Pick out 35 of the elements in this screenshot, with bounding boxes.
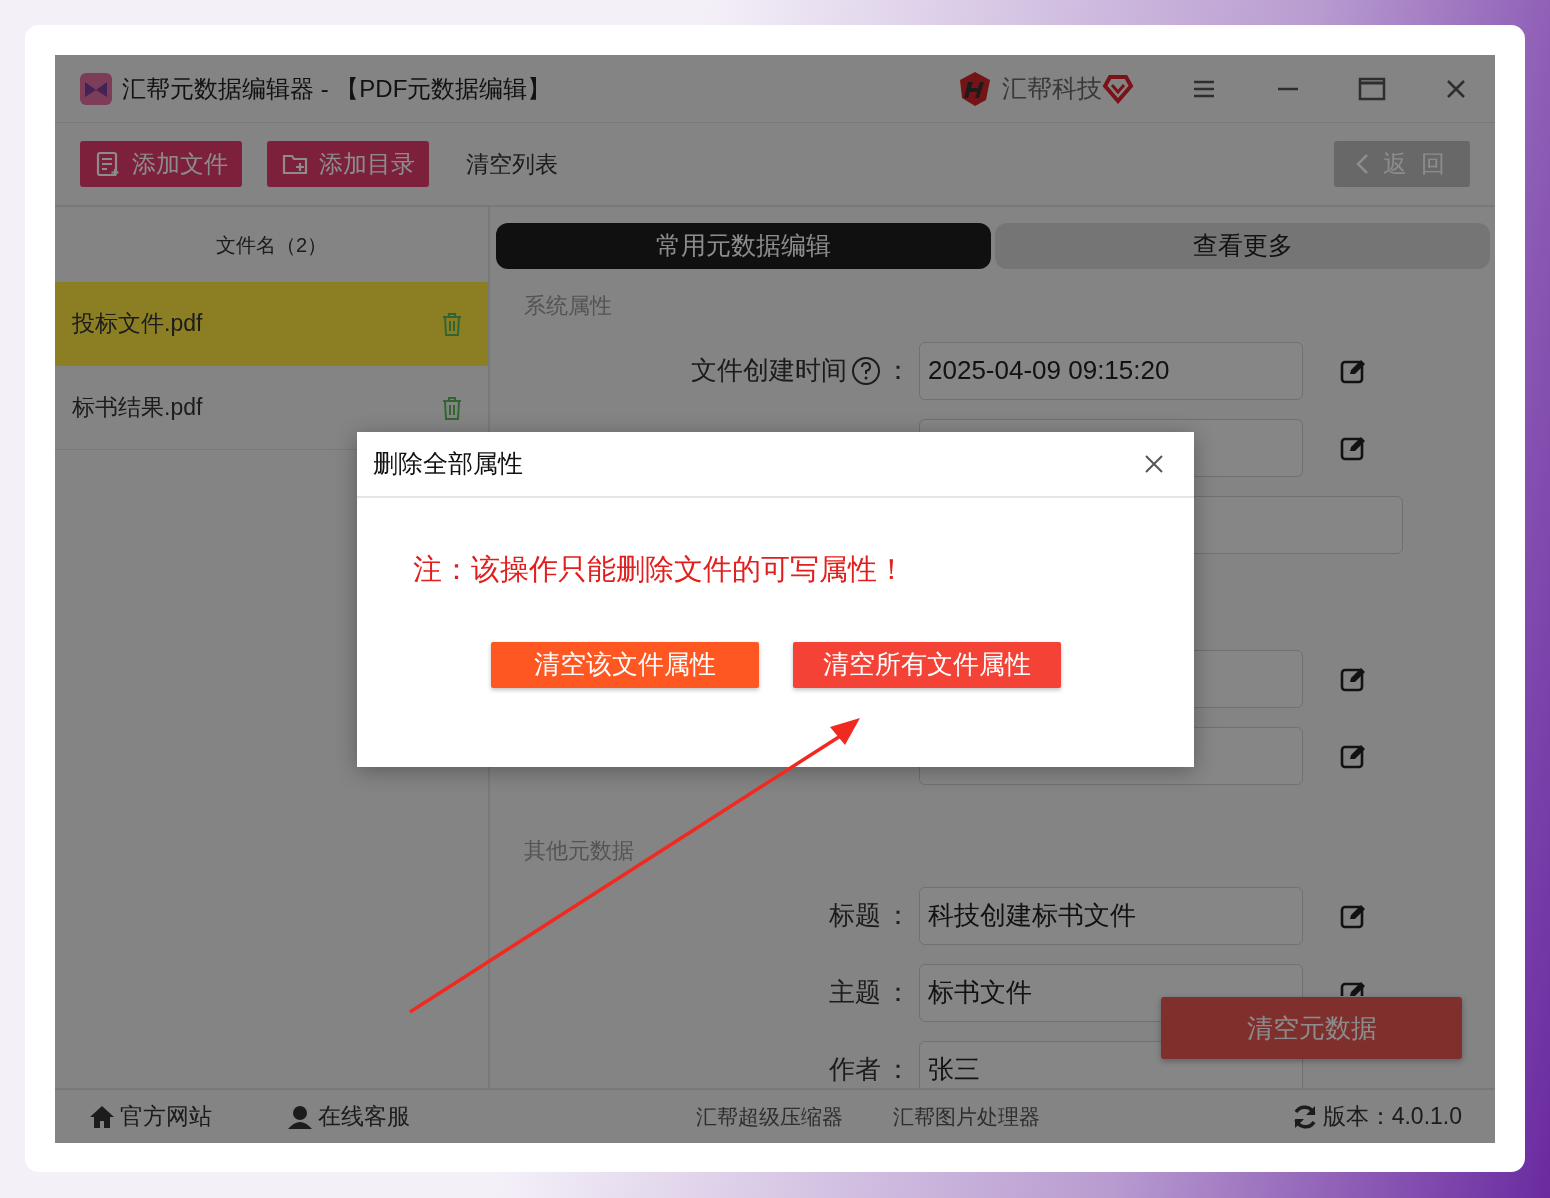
clear-button[interactable]: 清空该文件属性 bbox=[491, 641, 759, 688]
version-text: 版本：4.0.1.0 bbox=[1322, 1102, 1462, 1132]
list-header: 文件名（2） bbox=[215, 232, 328, 258]
app-link[interactable]: 汇帮图片处理器 bbox=[893, 1100, 1040, 1133]
input-field[interactable]: 科技创建标书文件 bbox=[919, 886, 1303, 945]
file-plus-icon bbox=[94, 150, 122, 178]
clear-button[interactable]: 清空所有文件属性 bbox=[793, 641, 1061, 688]
colon-text: ： bbox=[885, 354, 911, 387]
colon-text: ： bbox=[885, 1053, 911, 1086]
heart-badge-icon bbox=[1102, 73, 1134, 104]
clear-metadata-button[interactable]: 清空元数据 bbox=[1161, 997, 1462, 1059]
colon-text: ： bbox=[885, 976, 911, 1009]
app-link[interactable]: 汇帮超级压缩器 bbox=[696, 1100, 843, 1133]
help-icon bbox=[851, 355, 881, 386]
close-icon[interactable] bbox=[1144, 454, 1164, 474]
dialog-title: 删除全部属性 bbox=[373, 448, 523, 480]
chevron-left-icon bbox=[1354, 153, 1369, 175]
window-title: 汇帮元数据编辑器 - 【PDF元数据编辑】 bbox=[122, 73, 552, 104]
footer-link[interactable]: 在线客服 bbox=[318, 1099, 410, 1134]
field-label: 作者 bbox=[829, 1053, 881, 1086]
app-logo-icon bbox=[80, 72, 112, 105]
add-button[interactable]: 添加文件 bbox=[80, 141, 242, 187]
colon-text: ： bbox=[885, 899, 911, 932]
input-field[interactable]: 2025-04-09 09:15:20 bbox=[919, 341, 1303, 400]
tab[interactable]: 常用元数据编辑 bbox=[496, 223, 991, 269]
brand-name: 汇帮科技 bbox=[1002, 72, 1102, 104]
field-label: 主题 bbox=[829, 976, 881, 1009]
file-row[interactable]: 投标文件.pdf bbox=[55, 282, 488, 366]
clear-list-link[interactable]: 清空列表 bbox=[466, 146, 558, 182]
field-label: 文件创建时间 bbox=[691, 354, 847, 387]
field-label: 标题 bbox=[829, 899, 881, 932]
warning-message: 注：该操作只能删除文件的可写属性！ bbox=[413, 552, 907, 587]
tab[interactable]: 查看更多 bbox=[995, 223, 1490, 269]
footer-link[interactable]: 官方网站 bbox=[120, 1099, 212, 1134]
add-button[interactable]: 添加目录 bbox=[267, 141, 429, 187]
